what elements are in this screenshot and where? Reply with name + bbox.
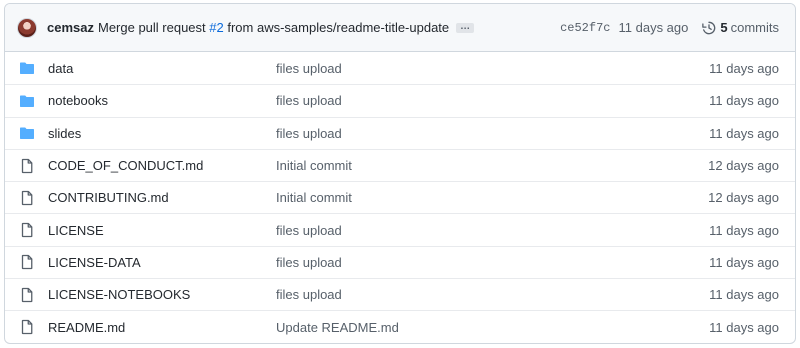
commit-author-link[interactable]: cemsaz bbox=[47, 20, 94, 35]
file-list: data files upload 11 days ago notebooks … bbox=[5, 52, 795, 343]
file-name-link[interactable]: CODE_OF_CONDUCT.md bbox=[48, 158, 276, 173]
file-age: 12 days ago bbox=[708, 190, 779, 206]
pull-request-link[interactable]: #2 bbox=[209, 20, 223, 35]
file-age: 11 days ago bbox=[709, 93, 779, 109]
file-row: notebooks files upload 11 days ago bbox=[5, 84, 795, 116]
commit-message: Merge pull request #2 from aws-samples/r… bbox=[98, 20, 449, 35]
avatar[interactable] bbox=[17, 17, 37, 38]
file-commit-message-link[interactable]: Update README.md bbox=[276, 320, 709, 335]
folder-icon bbox=[20, 127, 34, 140]
file-name-link[interactable]: LICENSE-DATA bbox=[48, 255, 276, 270]
file-icon bbox=[21, 222, 33, 238]
history-icon bbox=[702, 21, 716, 34]
file-name-link[interactable]: notebooks bbox=[48, 93, 276, 108]
file-commit-message-link[interactable]: Initial commit bbox=[276, 158, 708, 173]
commit-message-prefix: Merge pull request bbox=[97, 20, 210, 35]
file-row: slides files upload 11 days ago bbox=[5, 116, 795, 149]
folder-icon bbox=[20, 95, 34, 107]
commits-history-link[interactable]: 5 commits bbox=[720, 20, 779, 35]
file-name-link[interactable]: README.md bbox=[48, 320, 276, 335]
commit-time: 11 days ago bbox=[618, 20, 689, 35]
file-row: CODE_OF_CONDUCT.md Initial commit 12 day… bbox=[5, 148, 795, 181]
file-row: LICENSE-NOTEBOOKS files upload 11 days a… bbox=[5, 278, 795, 310]
file-icon bbox=[21, 319, 33, 335]
file-name-link[interactable]: LICENSE bbox=[48, 223, 276, 238]
file-age: 11 days ago bbox=[709, 60, 779, 76]
commit-message-suffix: from aws-samples/readme-title-update bbox=[223, 20, 450, 35]
expand-commit-message-button[interactable]: … bbox=[456, 21, 475, 33]
file-commit-message-link[interactable]: files upload bbox=[276, 223, 709, 238]
commit-sha-link[interactable]: ce52f7c bbox=[560, 21, 610, 35]
file-browser: cemsaz Merge pull request #2 from aws-sa… bbox=[4, 3, 796, 344]
folder-icon bbox=[20, 62, 34, 75]
file-age: 12 days ago bbox=[708, 158, 779, 174]
file-age: 11 days ago bbox=[709, 254, 779, 270]
file-age: 11 days ago bbox=[709, 222, 779, 238]
file-name-link[interactable]: slides bbox=[48, 126, 276, 141]
file-row: CONTRIBUTING.md Initial commit 12 days a… bbox=[5, 181, 795, 213]
file-commit-message-link[interactable]: files upload bbox=[276, 126, 709, 141]
file-commit-message-link[interactable]: files upload bbox=[276, 93, 709, 108]
commits-label: commits bbox=[730, 20, 779, 35]
file-icon bbox=[21, 158, 33, 173]
file-icon bbox=[21, 287, 33, 302]
file-row: README.md Update README.md 11 days ago bbox=[5, 310, 795, 342]
file-commit-message-link[interactable]: files upload bbox=[276, 61, 709, 76]
file-row: data files upload 11 days ago bbox=[5, 52, 795, 84]
latest-commit-bar: cemsaz Merge pull request #2 from aws-sa… bbox=[5, 4, 795, 52]
commits-count: 5 bbox=[720, 20, 728, 35]
file-row: LICENSE-DATA files upload 11 days ago bbox=[5, 245, 795, 278]
file-name-link[interactable]: data bbox=[48, 61, 276, 76]
file-name-link[interactable]: CONTRIBUTING.md bbox=[48, 190, 276, 205]
file-age: 11 days ago bbox=[709, 287, 779, 303]
file-commit-message-link[interactable]: files upload bbox=[276, 287, 709, 302]
file-age: 11 days ago bbox=[709, 125, 779, 141]
commit-meta: ce52f7c 11 days ago 5 commits bbox=[560, 20, 779, 35]
file-icon bbox=[21, 255, 33, 270]
file-commit-message-link[interactable]: Initial commit bbox=[276, 190, 708, 205]
file-commit-message-link[interactable]: files upload bbox=[276, 255, 709, 270]
file-row: LICENSE files upload 11 days ago bbox=[5, 213, 795, 245]
file-icon bbox=[21, 190, 33, 205]
file-name-link[interactable]: LICENSE-NOTEBOOKS bbox=[48, 287, 276, 302]
file-age: 11 days ago bbox=[709, 319, 779, 335]
